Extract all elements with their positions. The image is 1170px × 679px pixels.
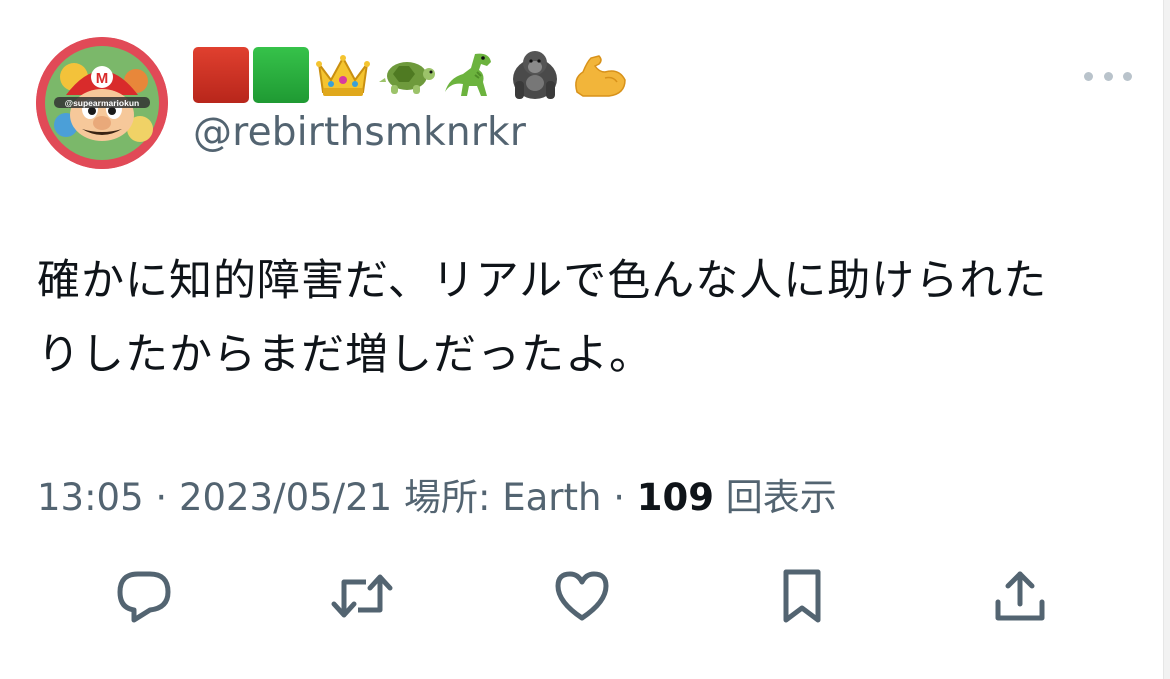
red-square-icon (193, 47, 249, 103)
share-button[interactable] (984, 560, 1056, 632)
like-button[interactable] (546, 560, 618, 632)
separator: · (143, 476, 179, 519)
views-label: 回表示 (713, 476, 837, 519)
svg-text:M: M (96, 70, 109, 87)
location-value: Earth (502, 476, 602, 519)
user-handle[interactable]: @rebirthsmknrkr (193, 110, 526, 155)
green-square-icon (253, 47, 309, 103)
dinosaur-icon (441, 45, 501, 105)
gorilla-icon (505, 45, 565, 105)
reply-button[interactable] (108, 560, 180, 632)
retweet-button[interactable] (326, 560, 398, 632)
tweet-text-line: 確かに知的障害だ、リアルで色んな人に助けられた (37, 256, 1048, 306)
tweet-text: 確かに知的障害だ、リアルで色んな人に助けられた りしたからまだ増しだったよ。 (37, 244, 1147, 392)
separator: · (601, 476, 637, 519)
bookmark-icon (783, 569, 821, 623)
display-name[interactable] (193, 44, 629, 106)
avatar[interactable]: M @supearmariokun (36, 37, 168, 169)
avatar-label: @supearmariokun (65, 98, 139, 108)
share-icon (995, 571, 1045, 621)
tweet-time[interactable]: 13:05 (37, 476, 144, 519)
tweet-date[interactable]: 2023/05/21 (179, 476, 392, 519)
like-icon (555, 571, 609, 621)
crown-icon (313, 45, 373, 105)
action-bar (0, 560, 1170, 632)
tweet-detail: M @supearmariokun @rebirthsmknrkr 確かに知的障… (0, 0, 1170, 679)
bookmark-button[interactable] (766, 560, 838, 632)
views-count[interactable]: 109 (637, 476, 714, 519)
turtle-icon (377, 45, 437, 105)
tweet-text-line: りしたからまだ増しだったよ。 (37, 330, 653, 380)
reply-icon (117, 571, 171, 623)
location-label: 場所: (392, 476, 503, 519)
flexed-biceps-icon (569, 45, 629, 105)
tweet-meta: 13:05 · 2023/05/21 場所: Earth · 109 回表示 (37, 467, 837, 521)
retweet-icon (331, 574, 393, 618)
more-options-icon[interactable] (1084, 66, 1132, 86)
